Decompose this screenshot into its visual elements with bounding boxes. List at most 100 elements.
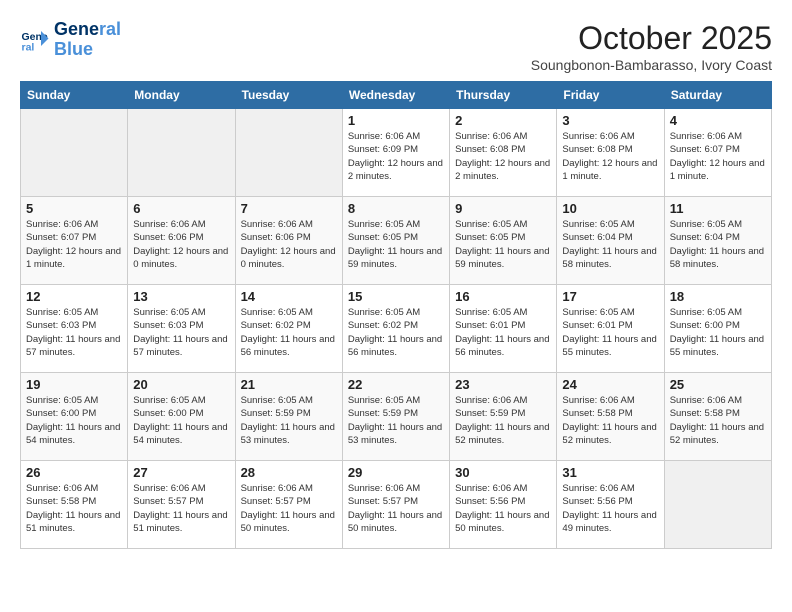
day-number: 17: [562, 289, 658, 304]
day-info: Sunrise: 6:05 AM Sunset: 6:02 PM Dayligh…: [241, 306, 337, 359]
month-title: October 2025: [531, 20, 772, 57]
calendar-cell: 13 Sunrise: 6:05 AM Sunset: 6:03 PM Dayli…: [128, 285, 235, 373]
day-number: 13: [133, 289, 229, 304]
day-number: 8: [348, 201, 444, 216]
header-day-monday: Monday: [128, 82, 235, 109]
day-info: Sunrise: 6:06 AM Sunset: 5:58 PM Dayligh…: [26, 482, 122, 535]
calendar-cell: 7Sunrise: 6:06 AM Sunset: 6:06 PM Daylig…: [235, 197, 342, 285]
day-number: 20: [133, 377, 229, 392]
calendar-week-2: 5 Sunrise: 6:06 AM Sunset: 6:07 PM Daylig…: [21, 197, 772, 285]
day-number: 3: [562, 113, 658, 128]
location-subtitle: Soungbonon-Bambarasso, Ivory Coast: [531, 57, 772, 73]
calendar-cell: 11 Sunrise: 6:05 AM Sunset: 6:04 PM Dayli…: [664, 197, 771, 285]
day-info: Sunrise: 6:05 AM Sunset: 6:04 PM Dayligh…: [562, 218, 658, 271]
day-number: 6: [133, 201, 229, 216]
calendar-cell: 9 Sunrise: 6:05 AM Sunset: 6:05 PM Daylig…: [450, 197, 557, 285]
day-number: 16: [455, 289, 551, 304]
day-info: Sunrise: 6:06 AM Sunset: 6:06 PM Dayligh…: [241, 218, 337, 271]
calendar-cell: 5 Sunrise: 6:06 AM Sunset: 6:07 PM Daylig…: [21, 197, 128, 285]
header-area: Gene ral General Blue October 2025 Soung…: [20, 20, 772, 73]
day-number: 31: [562, 465, 658, 480]
calendar-cell: 1 Sunrise: 6:06 AM Sunset: 6:09 PM Daylig…: [342, 109, 449, 197]
calendar-week-3: 12 Sunrise: 6:05 AM Sunset: 6:03 PM Dayli…: [21, 285, 772, 373]
calendar-cell: 28 Sunrise: 6:06 AM Sunset: 5:57 PM Dayli…: [235, 461, 342, 549]
calendar-cell: 31 Sunrise: 6:06 AM Sunset: 5:56 PM Dayli…: [557, 461, 664, 549]
day-number: 5: [26, 201, 122, 216]
day-number: 22: [348, 377, 444, 392]
day-info: Sunrise: 6:05 AM Sunset: 6:00 PM Dayligh…: [133, 394, 229, 447]
day-number: 26: [26, 465, 122, 480]
day-info: Sunrise: 6:06 AM Sunset: 5:56 PM Dayligh…: [562, 482, 658, 535]
calendar-cell: [128, 109, 235, 197]
day-info: Sunrise: 6:06 AM Sunset: 6:07 PM Dayligh…: [26, 218, 122, 271]
calendar-cell: 4 Sunrise: 6:06 AM Sunset: 6:07 PM Daylig…: [664, 109, 771, 197]
calendar-cell: 27Sunrise: 6:06 AM Sunset: 5:57 PM Dayli…: [128, 461, 235, 549]
calendar-cell: 22 Sunrise: 6:05 AM Sunset: 5:59 PM Dayli…: [342, 373, 449, 461]
day-info: Sunrise: 6:06 AM Sunset: 6:09 PM Dayligh…: [348, 130, 444, 183]
calendar-cell: 12 Sunrise: 6:05 AM Sunset: 6:03 PM Dayli…: [21, 285, 128, 373]
calendar-cell: 23Sunrise: 6:06 AM Sunset: 5:59 PM Dayli…: [450, 373, 557, 461]
day-info: Sunrise: 6:05 AM Sunset: 6:01 PM Dayligh…: [562, 306, 658, 359]
day-number: 10: [562, 201, 658, 216]
day-info: Sunrise: 6:05 AM Sunset: 6:03 PM Dayligh…: [133, 306, 229, 359]
svg-text:ral: ral: [22, 41, 35, 53]
header-day-wednesday: Wednesday: [342, 82, 449, 109]
day-number: 12: [26, 289, 122, 304]
day-number: 1: [348, 113, 444, 128]
logo: Gene ral General Blue: [20, 20, 121, 60]
day-number: 24: [562, 377, 658, 392]
day-info: Sunrise: 6:06 AM Sunset: 6:07 PM Dayligh…: [670, 130, 766, 183]
day-number: 23: [455, 377, 551, 392]
calendar-cell: [664, 461, 771, 549]
calendar-cell: 16 Sunrise: 6:05 AM Sunset: 6:01 PM Dayli…: [450, 285, 557, 373]
calendar-table: SundayMondayTuesdayWednesdayThursdayFrid…: [20, 81, 772, 549]
day-info: Sunrise: 6:05 AM Sunset: 6:01 PM Dayligh…: [455, 306, 551, 359]
day-number: 14: [241, 289, 337, 304]
day-info: Sunrise: 6:05 AM Sunset: 6:05 PM Dayligh…: [455, 218, 551, 271]
calendar-cell: 3 Sunrise: 6:06 AM Sunset: 6:08 PM Daylig…: [557, 109, 664, 197]
header-day-sunday: Sunday: [21, 82, 128, 109]
day-info: Sunrise: 6:05 AM Sunset: 5:59 PM Dayligh…: [348, 394, 444, 447]
calendar-cell: 10 Sunrise: 6:05 AM Sunset: 6:04 PM Dayli…: [557, 197, 664, 285]
header-day-thursday: Thursday: [450, 82, 557, 109]
calendar-cell: 19Sunrise: 6:05 AM Sunset: 6:00 PM Dayli…: [21, 373, 128, 461]
title-area: October 2025 Soungbonon-Bambarasso, Ivor…: [531, 20, 772, 73]
calendar-cell: 15Sunrise: 6:05 AM Sunset: 6:02 PM Dayli…: [342, 285, 449, 373]
day-number: 15: [348, 289, 444, 304]
day-info: Sunrise: 6:06 AM Sunset: 5:58 PM Dayligh…: [670, 394, 766, 447]
day-info: Sunrise: 6:06 AM Sunset: 6:08 PM Dayligh…: [455, 130, 551, 183]
day-number: 11: [670, 201, 766, 216]
day-number: 18: [670, 289, 766, 304]
day-info: Sunrise: 6:06 AM Sunset: 5:57 PM Dayligh…: [348, 482, 444, 535]
header-day-friday: Friday: [557, 82, 664, 109]
day-info: Sunrise: 6:05 AM Sunset: 5:59 PM Dayligh…: [241, 394, 337, 447]
calendar-cell: 14 Sunrise: 6:05 AM Sunset: 6:02 PM Dayli…: [235, 285, 342, 373]
day-number: 29: [348, 465, 444, 480]
day-number: 28: [241, 465, 337, 480]
day-number: 9: [455, 201, 551, 216]
header-day-tuesday: Tuesday: [235, 82, 342, 109]
calendar-cell: 24 Sunrise: 6:06 AM Sunset: 5:58 PM Dayli…: [557, 373, 664, 461]
day-number: 21: [241, 377, 337, 392]
calendar-week-5: 26 Sunrise: 6:06 AM Sunset: 5:58 PM Dayli…: [21, 461, 772, 549]
day-info: Sunrise: 6:06 AM Sunset: 5:57 PM Dayligh…: [241, 482, 337, 535]
calendar-cell: 17 Sunrise: 6:05 AM Sunset: 6:01 PM Dayli…: [557, 285, 664, 373]
day-info: Sunrise: 6:06 AM Sunset: 5:58 PM Dayligh…: [562, 394, 658, 447]
logo-line1: General: [54, 20, 121, 40]
day-info: Sunrise: 6:06 AM Sunset: 6:08 PM Dayligh…: [562, 130, 658, 183]
calendar-cell: 26 Sunrise: 6:06 AM Sunset: 5:58 PM Dayli…: [21, 461, 128, 549]
day-info: Sunrise: 6:06 AM Sunset: 6:06 PM Dayligh…: [133, 218, 229, 271]
calendar-cell: 8Sunrise: 6:05 AM Sunset: 6:05 PM Daylig…: [342, 197, 449, 285]
day-number: 30: [455, 465, 551, 480]
calendar-cell: 2Sunrise: 6:06 AM Sunset: 6:08 PM Daylig…: [450, 109, 557, 197]
day-info: Sunrise: 6:06 AM Sunset: 5:56 PM Dayligh…: [455, 482, 551, 535]
day-info: Sunrise: 6:05 AM Sunset: 6:03 PM Dayligh…: [26, 306, 122, 359]
day-number: 4: [670, 113, 766, 128]
calendar-week-4: 19Sunrise: 6:05 AM Sunset: 6:00 PM Dayli…: [21, 373, 772, 461]
logo-line2: Blue: [54, 40, 121, 60]
day-number: 27: [133, 465, 229, 480]
day-info: Sunrise: 6:05 AM Sunset: 6:04 PM Dayligh…: [670, 218, 766, 271]
calendar-header-row: SundayMondayTuesdayWednesdayThursdayFrid…: [21, 82, 772, 109]
calendar-week-1: 1 Sunrise: 6:06 AM Sunset: 6:09 PM Daylig…: [21, 109, 772, 197]
calendar-cell: 21 Sunrise: 6:05 AM Sunset: 5:59 PM Dayli…: [235, 373, 342, 461]
